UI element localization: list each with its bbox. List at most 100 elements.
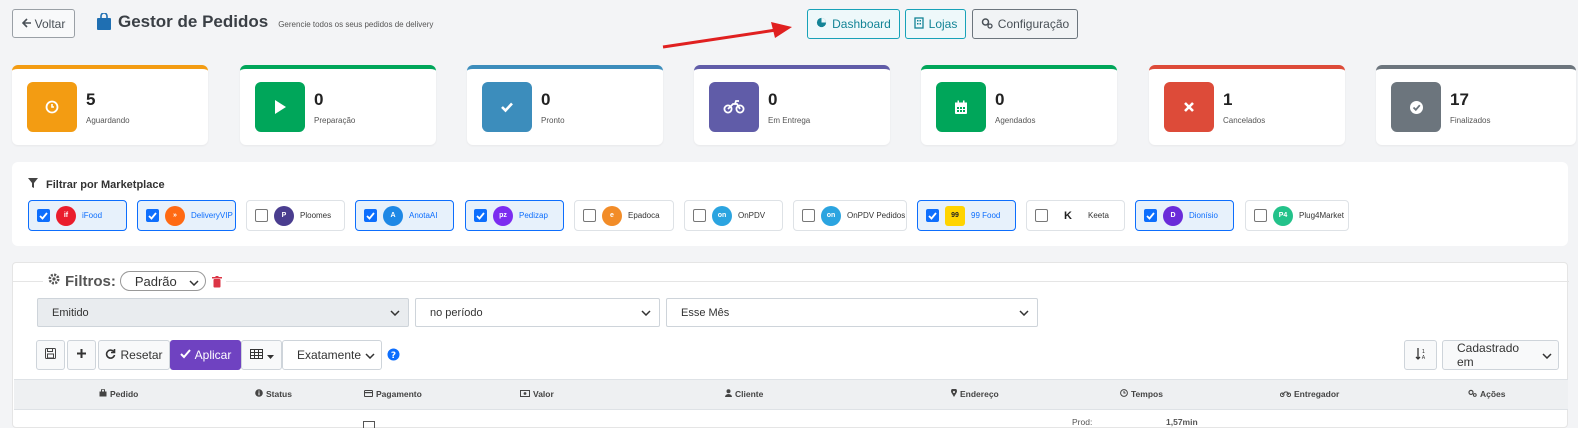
- shopping-bag-icon: [96, 12, 112, 31]
- filters-legend: Filtros: Padrão: [43, 271, 226, 291]
- columns-toggle-button[interactable]: [241, 340, 282, 370]
- marketplace-chip-deliveryvip[interactable]: » DeliveryVIP: [137, 200, 236, 231]
- marketplace-chip-onpdv-pedidos[interactable]: on OnPDV Pedidos: [793, 200, 907, 231]
- status-count: 0: [314, 90, 324, 109]
- svg-text:?: ?: [391, 351, 396, 361]
- marketplace-chip-onpdv[interactable]: on OnPDV: [684, 200, 783, 231]
- marketplace-chip-99-food[interactable]: 99 99 Food: [917, 200, 1016, 231]
- marketplace-logo-icon: P: [274, 205, 294, 226]
- marketplace-logo-icon: D: [1163, 205, 1183, 226]
- marketplace-checkbox[interactable]: [364, 209, 377, 222]
- x-icon: [1164, 82, 1214, 132]
- clock-icon: [27, 82, 77, 132]
- gears-icon: [981, 17, 993, 32]
- configuracao-button[interactable]: Configuração: [972, 9, 1078, 39]
- column-pedido[interactable]: Pedido: [99, 388, 138, 399]
- table-icon: [249, 348, 263, 362]
- marketplace-name: 99 Food: [971, 211, 1001, 220]
- column-cliente[interactable]: Cliente: [725, 389, 763, 399]
- reset-button[interactable]: Resetar: [98, 340, 170, 370]
- add-filter-button[interactable]: [67, 340, 96, 370]
- status-label: Em Entrega: [768, 116, 811, 125]
- column-endereco[interactable]: Endereço: [951, 388, 999, 399]
- reset-label: Resetar: [120, 348, 163, 362]
- marketplace-chip-anotaai[interactable]: A AnotaAI: [355, 200, 454, 231]
- orders-table-header: Pedido Status Pagamento Valor Cliente En…: [14, 379, 1568, 410]
- column-tempos-label: Tempos: [1131, 389, 1163, 399]
- status-label: Preparação: [314, 116, 356, 125]
- preset-select[interactable]: Padrão: [119, 271, 206, 291]
- marketplace-chip-dion-sio[interactable]: D Dionísio: [1135, 200, 1234, 231]
- motorcycle-icon: [1279, 389, 1292, 399]
- back-button-label: Voltar: [34, 16, 66, 31]
- marketplace-chip-keeta[interactable]: K Keeta: [1026, 200, 1125, 231]
- status-label: Finalizados: [1450, 116, 1491, 125]
- top-bar: Voltar Gestor de Pedidos Gerencie todos …: [0, 0, 1578, 48]
- marketplace-checkbox[interactable]: [926, 209, 939, 222]
- column-tempos[interactable]: Tempos: [1120, 389, 1163, 399]
- marketplace-checkbox[interactable]: [1254, 209, 1267, 222]
- match-mode-select[interactable]: Exatamente: [282, 340, 382, 370]
- check-circle-icon: [1391, 82, 1441, 132]
- apply-button[interactable]: Aplicar: [170, 340, 241, 370]
- period-value-select[interactable]: Esse Mês: [666, 298, 1038, 327]
- marketplace-checkbox[interactable]: [255, 209, 268, 222]
- sort-field-select[interactable]: Cadastrado em: [1442, 340, 1559, 370]
- sort-alpha-icon: 1A: [1415, 347, 1427, 364]
- sort-direction-button[interactable]: 1A: [1404, 340, 1437, 370]
- date-field-select[interactable]: Emitido: [37, 298, 409, 327]
- status-card-prepara-o[interactable]: 0 Preparação: [240, 65, 436, 145]
- app-title: Gestor de Pedidos Gerencie todos os seus…: [96, 12, 433, 32]
- column-acoes-label: Ações: [1480, 389, 1506, 399]
- column-valor[interactable]: Valor: [520, 389, 554, 399]
- marketplace-chip-ploomes[interactable]: P Ploomes: [246, 200, 345, 231]
- lojas-button[interactable]: Lojas: [905, 9, 966, 39]
- marketplace-checkbox[interactable]: [37, 209, 50, 222]
- status-card-agendados[interactable]: 0 Agendados: [921, 65, 1117, 145]
- dashboard-button[interactable]: Dashboard: [807, 9, 900, 39]
- motorcycle-icon: [709, 82, 759, 132]
- back-button[interactable]: Voltar: [12, 9, 75, 38]
- pie-chart-icon: [816, 17, 827, 31]
- marketplace-chip-pedizap[interactable]: pz Pedizap: [465, 200, 564, 231]
- column-cliente-label: Cliente: [735, 389, 764, 399]
- filters-divider: [13, 281, 1569, 282]
- funnel-icon: [28, 178, 38, 191]
- column-acoes[interactable]: Ações: [1468, 389, 1506, 399]
- marketplace-checkbox[interactable]: [1144, 209, 1157, 222]
- marketplace-checkbox[interactable]: [1035, 209, 1048, 222]
- refresh-icon: [105, 348, 116, 362]
- marketplace-chip-plug4market[interactable]: P4 Plug4Market: [1245, 200, 1349, 231]
- status-card-em-entrega[interactable]: 0 Em Entrega: [694, 65, 890, 145]
- status-count: 0: [995, 90, 1005, 109]
- chevron-down-icon: [365, 348, 375, 362]
- status-card-aguardando[interactable]: 5 Aguardando: [12, 65, 208, 145]
- status-count: 0: [768, 90, 778, 109]
- caret-down-icon: [266, 348, 274, 362]
- column-status[interactable]: Status: [255, 389, 292, 399]
- column-entregador[interactable]: Entregador: [1279, 389, 1339, 399]
- help-icon[interactable]: ?: [387, 348, 400, 366]
- status-label: Agendados: [995, 116, 1036, 125]
- marketplace-checkbox[interactable]: [146, 209, 159, 222]
- save-filter-button[interactable]: [36, 340, 65, 370]
- trash-icon[interactable]: [211, 275, 222, 288]
- marketplace-chip-epadoca[interactable]: e Epadoca: [574, 200, 674, 231]
- period-mode-select[interactable]: no período: [415, 298, 660, 327]
- marketplace-logo-icon: »: [165, 205, 185, 226]
- floppy-disk-icon: [45, 348, 56, 362]
- period-value: Esse Mês: [681, 306, 730, 319]
- status-card-cancelados[interactable]: 1 Cancelados: [1149, 65, 1345, 145]
- marketplace-chip-ifood[interactable]: if iFood: [28, 200, 127, 231]
- marketplace-checkbox[interactable]: [583, 209, 596, 222]
- marketplace-checkbox[interactable]: [802, 209, 815, 222]
- marketplace-checkbox[interactable]: [474, 209, 487, 222]
- chevron-down-icon: [1542, 348, 1552, 362]
- marketplace-logo-icon: P4: [1273, 205, 1293, 226]
- status-count: 5: [86, 90, 96, 109]
- marketplace-logo-icon: K: [1064, 209, 1072, 222]
- status-card-pronto[interactable]: 0 Pronto: [467, 65, 663, 145]
- status-card-finalizados[interactable]: 17 Finalizados: [1376, 65, 1576, 145]
- column-pagamento[interactable]: Pagamento: [364, 389, 422, 399]
- marketplace-checkbox[interactable]: [693, 209, 706, 222]
